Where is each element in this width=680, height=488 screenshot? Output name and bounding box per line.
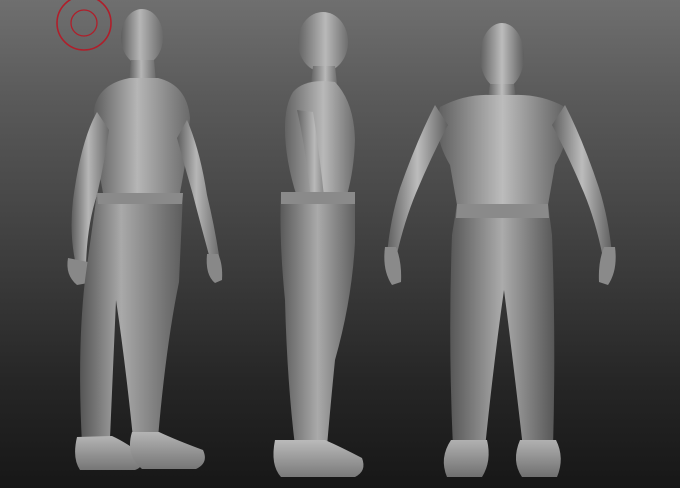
figure-three-quarter-view <box>55 0 235 488</box>
sculpt-viewport[interactable] <box>0 0 680 488</box>
sculpt-figure-icon <box>67 9 223 470</box>
sculpt-figure-icon <box>273 12 364 477</box>
figure-front-view <box>375 0 625 488</box>
sculpt-figure-icon <box>384 23 616 477</box>
figure-side-view <box>255 0 385 488</box>
